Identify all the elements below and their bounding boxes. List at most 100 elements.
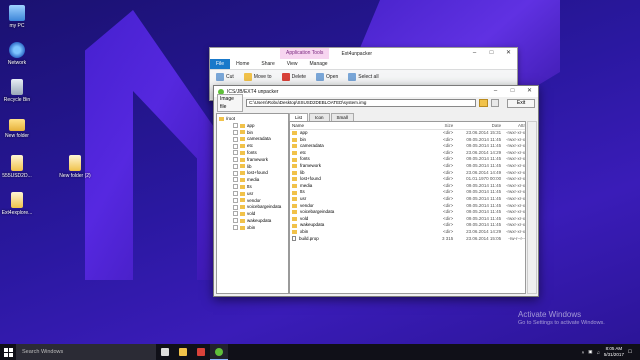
tree-item[interactable]: cameradata: [219, 136, 286, 143]
list-item[interactable]: usr <dir> 09.05.2014 11:45 -rwxr-xr-x: [290, 196, 525, 203]
tree-item[interactable]: vendor: [219, 198, 286, 205]
open-folder-icon[interactable]: [479, 99, 488, 107]
tree-item[interactable]: usr: [219, 191, 286, 198]
clock[interactable]: 8:05 AM 5/31/2017: [604, 346, 624, 358]
desktop-icon-network[interactable]: Network: [0, 42, 34, 66]
list-item[interactable]: app <dir> 23.06.2014 15:31 -rwxr-xr-x: [290, 130, 525, 137]
tree-item[interactable]: vold: [219, 211, 286, 218]
folder-icon: [292, 151, 297, 156]
tree-item[interactable]: framework: [219, 157, 286, 164]
maximize-button[interactable]: □: [504, 86, 521, 97]
list-item[interactable]: bin <dir> 09.05.2014 11:45 -rwxr-xr-x: [290, 137, 525, 144]
tree-item[interactable]: lib: [219, 164, 286, 171]
column-attr[interactable]: Attr: [501, 122, 525, 129]
folder-icon: [240, 137, 245, 142]
move-to-button[interactable]: Move to: [243, 73, 272, 81]
list-item-name-text: cameradata: [300, 143, 324, 149]
list-item[interactable]: vold <dir> 09.05.2014 11:45 -rwxr-xr-x: [290, 216, 525, 223]
column-date[interactable]: Date: [453, 122, 502, 129]
taskbar-unpacker[interactable]: [210, 344, 228, 360]
notifications-icon[interactable]: ☐: [628, 349, 632, 355]
tab-manage[interactable]: Manage: [304, 59, 334, 69]
list-item[interactable]: xbin <dir> 23.06.2014 14:29 -rwxr-xr-x: [290, 229, 525, 236]
open-button[interactable]: Open: [316, 73, 338, 81]
tree-item[interactable]: lost+found: [219, 170, 286, 177]
save-icon[interactable]: [490, 99, 500, 107]
list-item-name-text: tts: [300, 189, 305, 195]
start-button[interactable]: [0, 344, 16, 360]
tab-home[interactable]: Home: [230, 59, 255, 69]
list-item-size: <dir>: [443, 202, 454, 208]
taskbar-task-view[interactable]: [156, 344, 174, 360]
tree-root[interactable]: /root: [219, 116, 286, 123]
chevron-up-icon[interactable]: ˄: [582, 350, 585, 355]
taskbar-recorder[interactable]: [192, 344, 210, 360]
delete-button[interactable]: Delete: [281, 73, 306, 81]
desktop-icon-new-folder-2[interactable]: New folder (2): [58, 155, 92, 179]
list-item-name: lib: [292, 170, 431, 177]
tree-item[interactable]: voicebargeindata: [219, 204, 286, 211]
desktop-icon-ext4explorer[interactable]: Ext4explore...: [0, 192, 34, 216]
list-item-date: 09.05.2014 11:45: [466, 195, 502, 201]
tab-share[interactable]: Share: [255, 59, 280, 69]
folder-icon: [292, 144, 297, 149]
image-path-field[interactable]: C:\Users\Robu\Desktop\SSUSD2DEBLOATED\sy…: [245, 99, 477, 107]
list-item[interactable]: fonts <dir> 09.05.2014 11:45 -rwxr-xr-x: [290, 156, 525, 163]
tree-item[interactable]: xbin: [219, 225, 286, 232]
tree-item[interactable]: tts: [219, 184, 286, 191]
list-item-name-text: media: [300, 182, 313, 188]
list-item[interactable]: vendor <dir> 09.05.2014 11:45 -rwxr-xr-x: [290, 203, 525, 210]
taskbar-search[interactable]: Search Windows: [16, 344, 156, 360]
list-item-date: 23.06.2014 14:49: [466, 169, 502, 175]
column-name[interactable]: Name: [292, 122, 431, 129]
close-button[interactable]: ✕: [500, 48, 517, 59]
folder-icon: [292, 131, 297, 136]
minimize-button[interactable]: –: [466, 48, 483, 59]
select-all-button[interactable]: Select all: [348, 73, 379, 81]
list-item[interactable]: lib <dir> 23.06.2014 14:49 -rwxr-xr-x: [290, 170, 525, 177]
tab-view[interactable]: View: [281, 59, 304, 69]
vertical-scrollbar[interactable]: [527, 121, 537, 294]
network-tray-icon[interactable]: ▣: [588, 349, 592, 355]
list-item[interactable]: framework <dir> 09.05.2014 11:45 -rwxr-xr-x: [290, 163, 525, 170]
list-item[interactable]: lost+found <dir> 01.01.1970 00:00 -rwxr-xr-…: [290, 176, 525, 183]
tree-item-label: usr: [247, 190, 254, 196]
explorer-titlebar[interactable]: Application Tools Ext4unpacker – □ ✕: [210, 48, 517, 59]
minimize-button[interactable]: –: [487, 86, 504, 97]
tree-item[interactable]: media: [219, 177, 286, 184]
maximize-button[interactable]: □: [483, 48, 500, 59]
list-item-size: <dir>: [443, 215, 454, 221]
close-button[interactable]: ✕: [521, 86, 538, 97]
unpacker-window[interactable]: ICS/JB/EXT4 unpacker – □ ✕ Image file C:…: [213, 85, 539, 297]
application-tools-tab[interactable]: Application Tools: [280, 48, 330, 59]
tree-item-label: bin: [247, 129, 254, 135]
desktop-icon-555usd2d[interactable]: 555USD2D...: [0, 155, 34, 179]
desktop-icon-my-pc[interactable]: my PC: [0, 5, 34, 29]
column-size[interactable]: Size: [431, 122, 454, 129]
desktop-icon-recycle-bin[interactable]: Recycle Bin: [0, 79, 34, 103]
list-item[interactable]: cameradata <dir> 09.05.2014 11:45 -rwxr-xr-…: [290, 143, 525, 150]
tab-list[interactable]: List: [289, 113, 309, 121]
list-item[interactable]: wakeupdata <dir> 09.05.2014 11:45 -rwxr-xr-…: [290, 222, 525, 229]
tab-small[interactable]: Small: [330, 113, 354, 121]
list-item[interactable]: tts <dir> 09.05.2014 11:45 -rwxr-xr-x: [290, 189, 525, 196]
tab-file[interactable]: File: [210, 59, 231, 69]
tab-icon[interactable]: Icon: [309, 113, 330, 121]
tree-item[interactable]: app: [219, 123, 286, 130]
cut-button[interactable]: Cut: [216, 73, 234, 81]
tree-item[interactable]: wakeupdata: [219, 218, 286, 225]
desktop-icon-new-folder[interactable]: New folder: [0, 116, 34, 139]
taskbar-file-explorer[interactable]: [174, 344, 192, 360]
list-item[interactable]: media <dir> 09.05.2014 11:45 -rwxr-xr-x: [290, 183, 525, 190]
unpacker-titlebar[interactable]: ICS/JB/EXT4 unpacker – □ ✕: [214, 86, 538, 97]
tree-item[interactable]: fonts: [219, 150, 286, 157]
tree-item[interactable]: etc: [219, 143, 286, 150]
folder-tree[interactable]: /root app bin cameradata etc fonts framework l…: [216, 113, 289, 294]
tree-item[interactable]: bin: [219, 130, 286, 137]
list-item[interactable]: build.prop 3 315 23.06.2014 15:05 -rw-r--r-…: [290, 236, 525, 243]
list-item[interactable]: voicebargeindata <dir> 09.05.2014 11:45 -rw…: [290, 209, 525, 216]
volume-icon[interactable]: ♫: [597, 350, 600, 355]
exit-button[interactable]: Exit: [507, 98, 535, 108]
list-item[interactable]: etc <dir> 23.06.2014 14:29 -rwxr-xr-x: [290, 150, 525, 157]
file-list[interactable]: Name Size Date Attr app <dir> 23.06.2014 1…: [289, 121, 526, 294]
